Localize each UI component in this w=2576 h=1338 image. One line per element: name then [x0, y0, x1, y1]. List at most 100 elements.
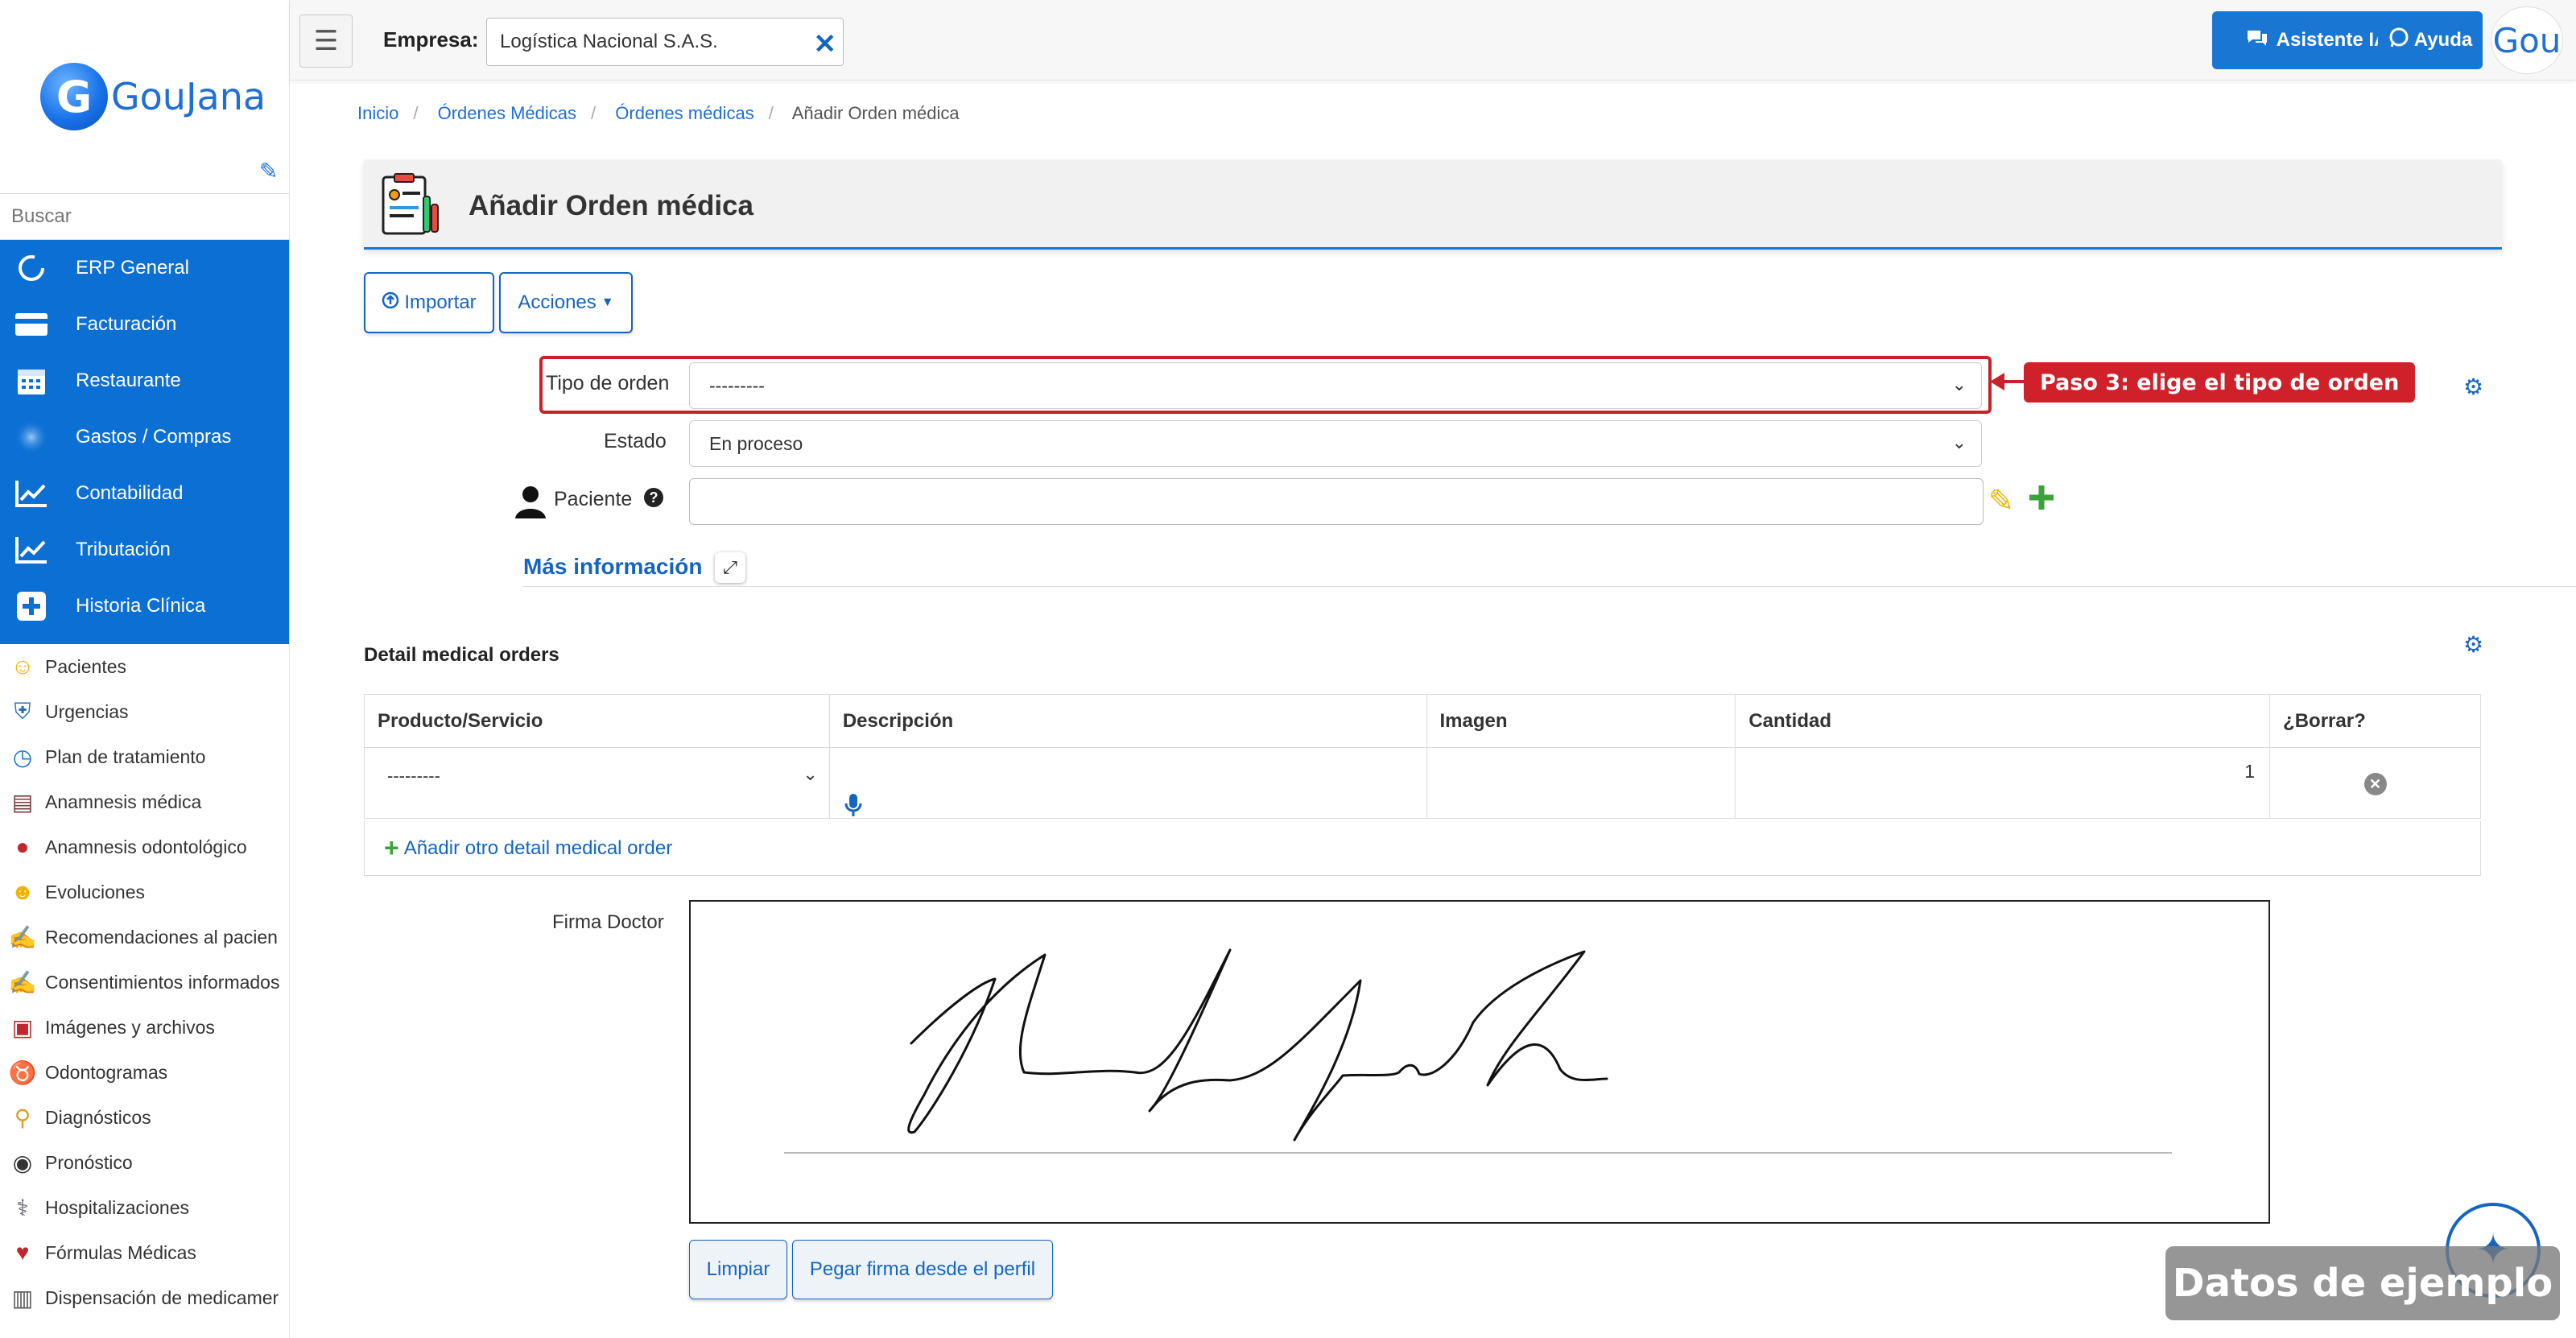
breadcrumb-link-ordenes-medicas[interactable]: Órdenes Médicas	[438, 103, 576, 123]
step-callout: Paso 3: elige el tipo de orden	[2024, 362, 2416, 403]
sidebar-module-historia-clinica[interactable]: Historia Clínica	[0, 578, 289, 634]
sidebar-module-erp-general[interactable]: ERP General	[0, 240, 289, 296]
sidebar-item-dispensacion[interactable]: ▥ Dispensación de medicamer	[0, 1275, 289, 1320]
sidebar-item-label: Recomendaciones al pacien	[45, 926, 278, 948]
table-row: --------- ⌄ 1 ✕	[364, 747, 2481, 821]
goujana-logo[interactable]: G GouJana	[40, 63, 266, 130]
sidebar-item-label: Odontogramas	[45, 1061, 168, 1083]
medical-order-icon	[380, 172, 441, 237]
upload-circle-icon	[382, 291, 399, 315]
hamburger-menu-icon[interactable]: ☰	[299, 14, 353, 68]
more-info-toggle[interactable]: Más información	[523, 554, 702, 580]
sidebar-item-label: Plan de tratamiento	[45, 745, 206, 767]
close-icon[interactable]: ✕	[814, 28, 837, 60]
sidebar-item-anamnesis-odontologico[interactable]: ● Anamnesis odontológico	[0, 824, 289, 869]
sidebar-item-anamnesis-medica[interactable]: ▤ Anamnesis médica	[0, 779, 289, 824]
sidebar-item-consentimientos[interactable]: ✍ Consentimientos informados	[0, 960, 289, 1005]
sidebar-item-pronostico[interactable]: ◉ Pronóstico	[0, 1140, 289, 1185]
credit-card-icon	[13, 306, 50, 343]
import-button[interactable]: Importar	[364, 272, 494, 333]
clock-plus-icon: ◷	[12, 744, 33, 770]
pencil-icon[interactable]: ✎	[1988, 483, 2014, 519]
whatsapp-icon	[2388, 27, 2409, 54]
sidebar-module-tributacion[interactable]: Tributación	[0, 522, 289, 578]
sidebar-item-urgencias[interactable]: ⛨ Urgencias	[0, 689, 289, 734]
gear-icon[interactable]: ⚙	[2463, 374, 2483, 400]
breadcrumb-link-inicio[interactable]: Inicio	[357, 103, 398, 123]
clear-signature-label: Limpiar	[706, 1258, 770, 1280]
fortune-teller-icon: ◉	[12, 1150, 33, 1175]
sidebar-module-facturacion[interactable]: Facturación	[0, 296, 289, 353]
tipo-orden-select[interactable]: --------- ⌄	[689, 362, 1982, 409]
gear-icon[interactable]: ⚙	[2463, 631, 2483, 658]
sidebar-item-label: Anamnesis odontológico	[45, 836, 247, 857]
sidebar-module-label: Facturación	[76, 313, 177, 335]
sidebar-module-label: Tributación	[76, 539, 171, 560]
chart-line-icon	[13, 531, 50, 568]
paste-signature-label: Pegar firma desde el perfil	[809, 1258, 1036, 1280]
calendar-icon	[13, 362, 50, 399]
sidebar-item-label: Pacientes	[45, 655, 127, 677]
breadcrumb-link-ordenes-list[interactable]: Órdenes médicas	[615, 103, 753, 123]
clipboard-icon: ▤	[11, 789, 34, 815]
sidebar-module-label: ERP General	[76, 257, 189, 279]
sidebar-item-plan-tratamiento[interactable]: ◷ Plan de tratamiento	[0, 734, 289, 779]
column-header-descripcion: Descripción	[828, 694, 1427, 748]
paste-signature-button[interactable]: Pegar firma desde el perfil	[792, 1240, 1053, 1299]
sidebar-item-label: Urgencias	[45, 700, 129, 722]
microphone-icon[interactable]	[844, 793, 862, 821]
empresa-value: Logística Nacional S.A.S.	[500, 31, 718, 52]
cantidad-cell[interactable]: 1	[1735, 747, 2271, 819]
camera-icon: ▣	[11, 1014, 34, 1040]
signature-icon: ✍	[8, 924, 37, 950]
tipo-orden-value: ---------	[709, 374, 765, 396]
sidebar-search-input[interactable]	[0, 193, 289, 240]
chevron-down-icon: ⌄	[803, 764, 818, 784]
producto-value: ---------	[387, 766, 440, 786]
sidebar-item-recomendaciones[interactable]: ✍ Recomendaciones al pacien	[0, 915, 289, 960]
heart-plus-icon: ♥	[15, 1240, 30, 1265]
empresa-select[interactable]: Logística Nacional S.A.S. ✕	[486, 18, 844, 66]
sidebar-module-label: Gastos / Compras	[76, 426, 232, 448]
sidebar-item-label: Evoluciones	[45, 881, 146, 902]
clear-signature-button[interactable]: Limpiar	[689, 1240, 787, 1299]
table-header-row: Producto/Servicio Descripción Imagen Can…	[364, 694, 2481, 748]
producto-select[interactable]: --------- ⌄	[369, 756, 824, 796]
sidebar-module-restaurante[interactable]: Restaurante	[0, 353, 289, 409]
sidebar-module-gastos-compras[interactable]: Gastos / Compras	[0, 409, 289, 465]
sidebar-item-pacientes[interactable]: ☺ Pacientes	[0, 644, 289, 689]
descripcion-cell[interactable]	[828, 747, 1427, 821]
blur-circle-icon	[13, 419, 50, 456]
help-button[interactable]: Ayuda	[2378, 11, 2483, 69]
logo-text: GouJana	[111, 75, 266, 118]
thinking-face-icon: ☻	[10, 879, 35, 904]
expand-icon[interactable]: ⤢	[715, 552, 745, 583]
sidebar-item-label: Consentimientos informados	[45, 971, 280, 993]
sidebar-item-odontogramas[interactable]: ♉ Odontogramas	[0, 1050, 289, 1095]
imagen-cell[interactable]	[1426, 747, 1736, 819]
sidebar-item-imagenes[interactable]: ▣ Imágenes y archivos	[0, 1005, 289, 1050]
sidebar-modules: ERP General Facturación Restaurante Gast…	[0, 240, 289, 644]
avatar[interactable]: Gou	[2491, 6, 2563, 74]
actions-label: Acciones	[518, 291, 597, 313]
signature-pad[interactable]	[689, 900, 2270, 1224]
sidebar-item-diagnosticos[interactable]: ⚲ Diagnósticos	[0, 1095, 289, 1140]
sidebar-item-hospitalizaciones[interactable]: ⚕ Hospitalizaciones	[0, 1185, 289, 1230]
help-circle-icon[interactable]: ?	[644, 488, 663, 507]
add-detail-link[interactable]: Añadir otro detail medical order	[404, 837, 673, 860]
sidebar-item-evoluciones[interactable]: ☻ Evoluciones	[0, 869, 289, 915]
paciente-input[interactable]	[689, 478, 1984, 525]
plus-icon[interactable]	[2027, 483, 2056, 516]
column-header-producto: Producto/Servicio	[364, 694, 830, 748]
estado-label: Estado	[604, 430, 667, 452]
user-icon	[514, 485, 547, 522]
signature-icon: ✍	[8, 969, 37, 995]
sidebar-item-formulas-medicas[interactable]: ♥ Fórmulas Médicas	[0, 1230, 289, 1275]
pencil-icon[interactable]: ✎	[259, 158, 278, 184]
estado-select[interactable]: En proceso ⌄	[689, 420, 1982, 467]
sidebar-module-contabilidad[interactable]: Contabilidad	[0, 465, 289, 522]
signature-label: Firma Doctor	[552, 911, 664, 933]
delete-circle-icon[interactable]: ✕	[2363, 773, 2387, 795]
ai-assistant-label: Asistente IA	[2276, 29, 2388, 51]
actions-dropdown-button[interactable]: Acciones ▼	[499, 272, 633, 333]
